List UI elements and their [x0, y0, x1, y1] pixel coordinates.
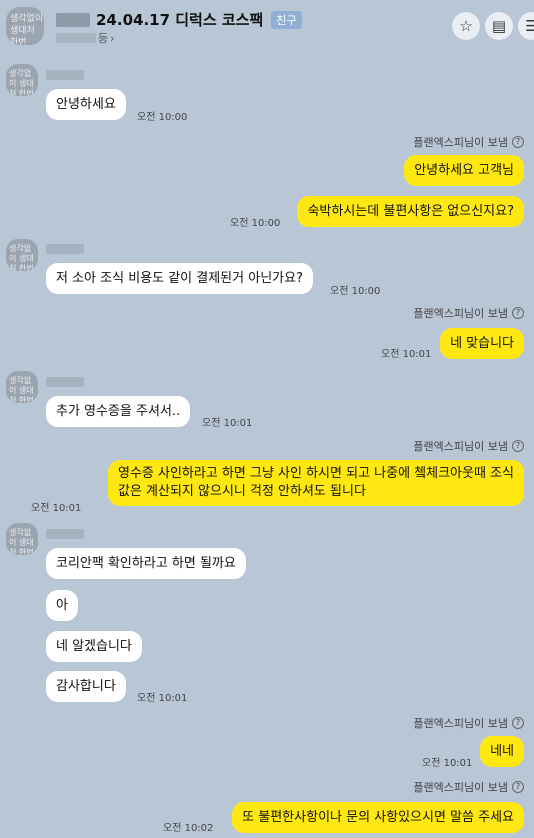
redacted-name — [56, 12, 90, 27]
message-time: 오전 10:00 — [230, 218, 281, 229]
menu-icon[interactable]: ☰ — [518, 12, 534, 40]
message-bubble[interactable]: 코리안팩 확인하라고 하면 될까요 — [46, 548, 246, 579]
message-time: 오전 10:01 — [137, 693, 188, 704]
chat-title-text: 24.04.17 디럭스 코스팩 — [96, 11, 264, 29]
message-time: 오전 10:01 — [31, 503, 82, 514]
message-time: 오전 10:01 — [381, 349, 432, 360]
message-bubble[interactable]: 숙박하시는데 불편사항은 없으신지요? — [297, 196, 524, 227]
message-bubble[interactable]: 안녕하세요 — [46, 89, 126, 120]
message-bubble[interactable]: 감사합니다 — [46, 671, 126, 702]
sender-label: 플랜엑스피님이 보냄? — [413, 715, 524, 731]
help-icon[interactable]: ? — [512, 717, 524, 729]
message-bubble[interactable]: 저 소아 조식 비용도 같이 결제된거 아닌가요? — [46, 263, 313, 294]
chat-header: 생각없이 생대처 한번 24.04.17 디럭스 코스팩 친구 등 › ☆ ▤ … — [0, 0, 534, 52]
sender-avatar[interactable]: 생각없이 생대처 한번 — [6, 239, 38, 271]
message-line: 영수증 사인하라고 하면 그냥 사인 하시면 되고 나중에 쳌체크아웃때 조식 — [118, 466, 514, 481]
message-line: 값은 계산되지 않으시니 걱정 안하셔도 됩니다 — [118, 484, 366, 499]
help-icon[interactable]: ? — [512, 307, 524, 319]
sender-label: 플랜엑스피님이 보냄? — [413, 779, 524, 795]
message-bubble[interactable]: 아 — [46, 590, 78, 621]
sender-avatar[interactable]: 생각없이 생대처 한번 — [6, 371, 38, 403]
message-bubble[interactable]: 네 맞습니다 — [440, 328, 524, 359]
sender-name-redacted — [46, 244, 84, 254]
friend-badge: 친구 — [271, 10, 302, 29]
sender-label: 플랜엑스피님이 보냄? — [413, 438, 524, 454]
message-time: 오전 10:02 — [163, 823, 214, 834]
sender-label: 플랜엑스피님이 보냄? — [413, 134, 524, 150]
message-bubble[interactable]: 추가 영수증을 주셔서.. — [46, 396, 191, 427]
chatroom-avatar[interactable]: 생각없이 생대처 한번 — [6, 7, 44, 45]
sender-name-redacted — [46, 70, 84, 80]
member-link[interactable]: 등 › — [56, 30, 115, 46]
message-time: 오전 10:01 — [202, 418, 253, 429]
message-bubble[interactable]: 또 불편한사항이나 문의 사항있으시면 말씀 주세요 — [232, 802, 524, 833]
message-bubble[interactable]: 영수증 사인하라고 하면 그냥 사인 하시면 되고 나중에 쳌체크아웃때 조식 … — [108, 460, 524, 506]
redacted-members — [56, 33, 96, 43]
help-icon[interactable]: ? — [512, 136, 524, 148]
message-bubble[interactable]: 네 알겠습니다 — [46, 631, 142, 662]
sender-name-redacted — [46, 529, 84, 539]
sender-avatar[interactable]: 생각없이 생대처 한번 — [6, 64, 38, 96]
help-icon[interactable]: ? — [512, 440, 524, 452]
chat-title: 24.04.17 디럭스 코스팩 친구 — [56, 9, 302, 30]
sender-label: 플랜엑스피님이 보냄? — [413, 305, 524, 321]
sender-name-redacted — [46, 377, 84, 387]
help-icon[interactable]: ? — [512, 781, 524, 793]
message-time: 오전 10:00 — [137, 112, 188, 123]
member-suffix: 등 — [98, 32, 109, 45]
star-icon[interactable]: ☆ — [452, 12, 480, 40]
message-bubble[interactable]: 안녕하세요 고객님 — [404, 155, 524, 186]
drawer-icon[interactable]: ▤ — [485, 12, 513, 40]
sender-avatar[interactable]: 생각없이 생대처 한번 — [6, 523, 38, 555]
message-bubble[interactable]: 네네 — [480, 736, 524, 767]
chevron-right-icon: › — [110, 31, 115, 45]
message-time: 오전 10:01 — [422, 758, 473, 769]
message-time: 오전 10:00 — [330, 286, 381, 297]
